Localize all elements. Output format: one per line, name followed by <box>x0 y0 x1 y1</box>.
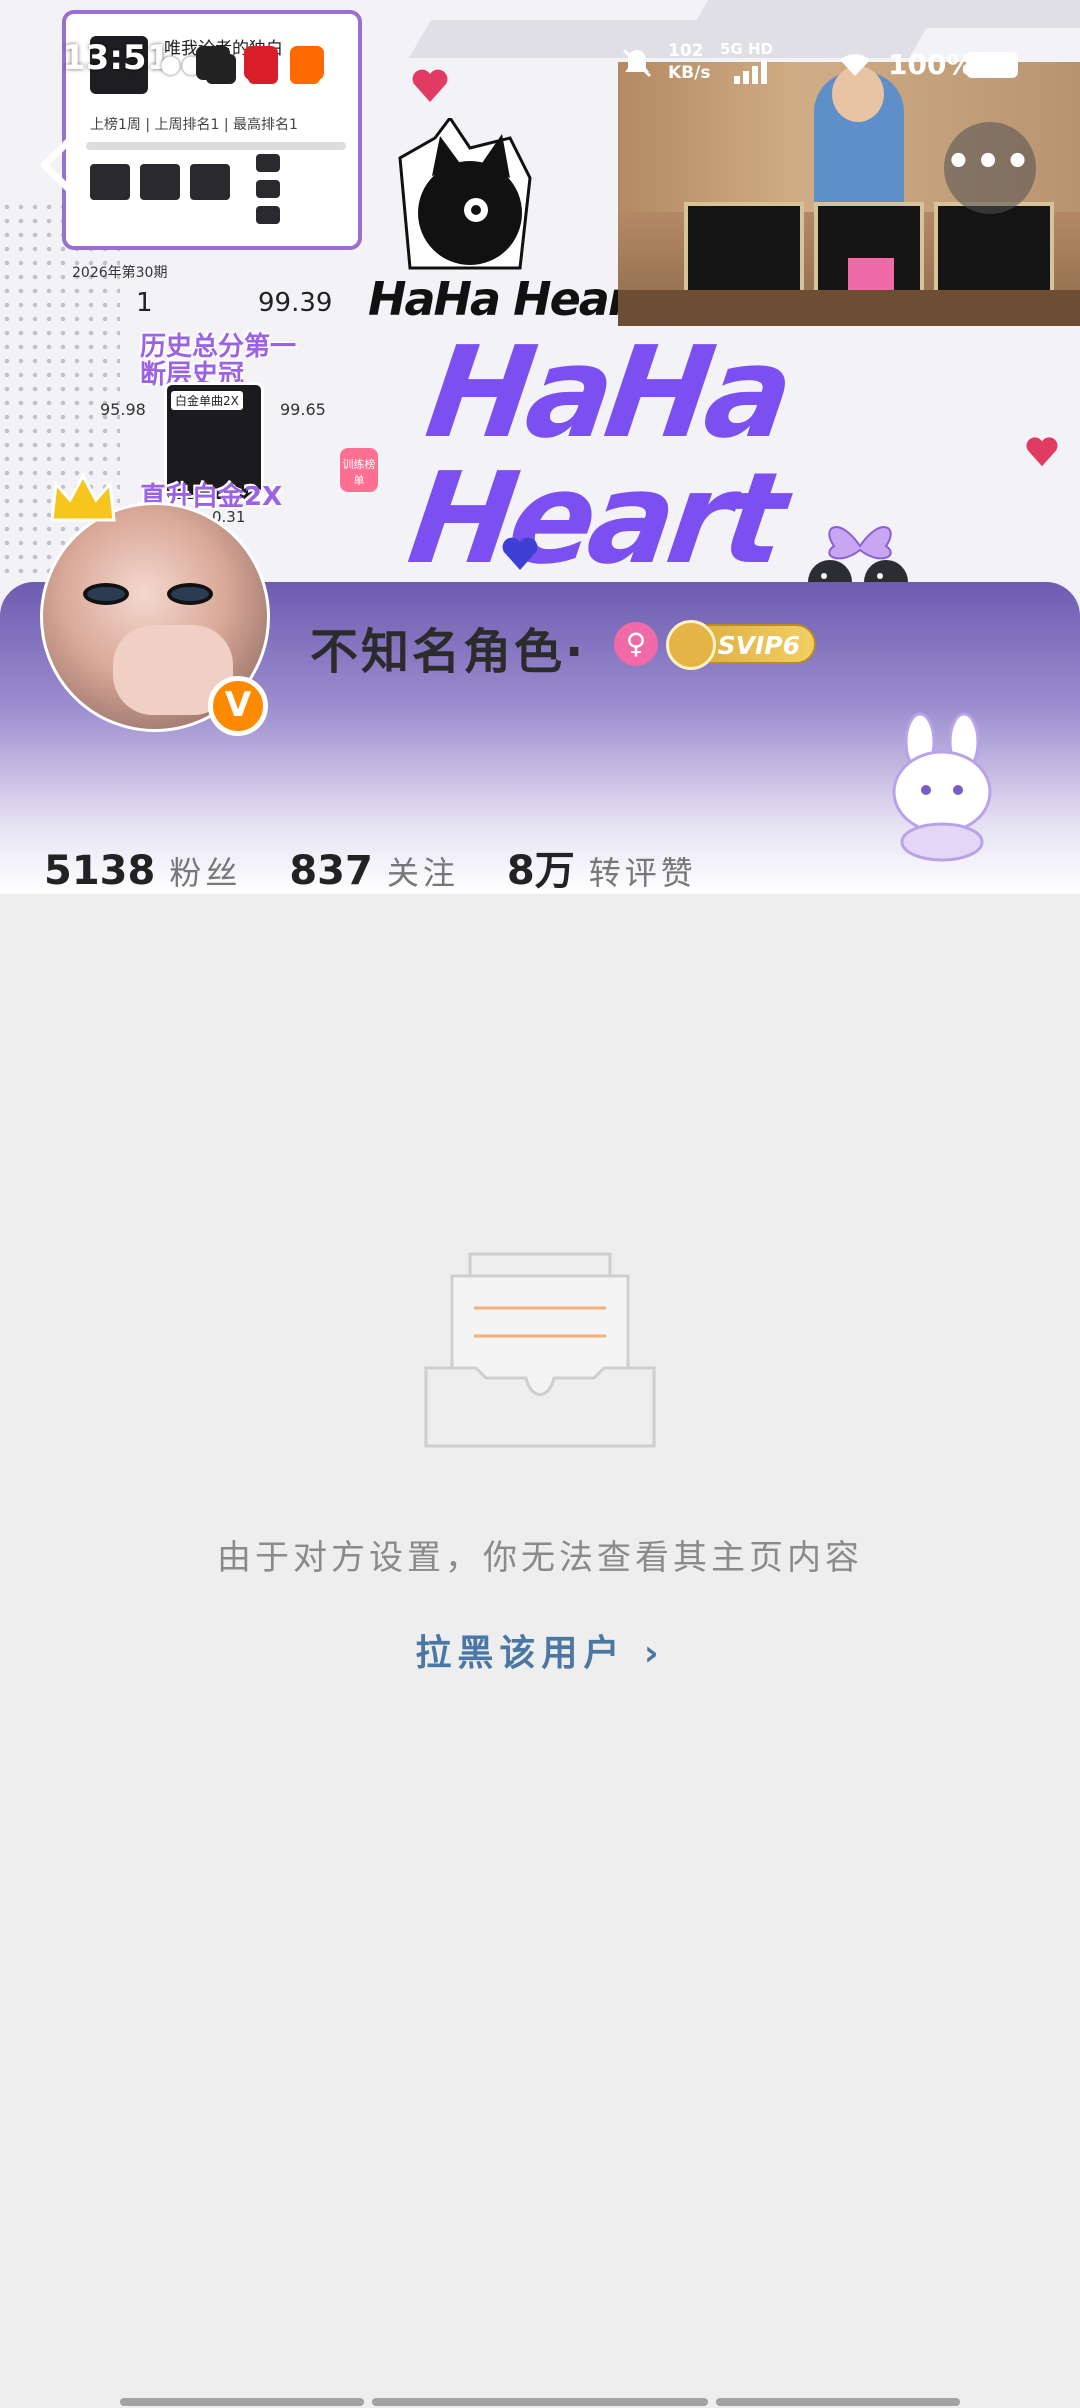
card-thumb <box>256 180 280 198</box>
battery-level: 100% <box>888 48 975 81</box>
following-count[interactable]: 837 <box>289 848 373 894</box>
app-notification-icon <box>196 46 230 80</box>
followers-label[interactable]: 粉丝 <box>169 854 241 892</box>
back-button[interactable] <box>30 130 90 200</box>
taobao-notification-icon <box>290 46 324 80</box>
empty-state: 由于对方设置，你无法查看其主页内容 拉黑该用户 › <box>0 894 1080 2408</box>
bunny-sticker <box>892 712 992 862</box>
card-thumb <box>256 206 280 224</box>
home-indicator[interactable] <box>716 2398 960 2406</box>
followers-count[interactable]: 5138 <box>44 848 155 894</box>
net-speed: 102 KB/s <box>668 40 710 84</box>
platinum-tag: 白金单曲2X <box>171 391 243 410</box>
avatar-detail <box>167 583 213 605</box>
store-notification-icon <box>244 46 278 80</box>
card-thumb <box>140 164 180 200</box>
interactions-count: 8万 <box>506 848 575 894</box>
score-right: 99.65 <box>280 400 326 419</box>
home-indicator[interactable] <box>120 2398 364 2406</box>
verified-badge: V <box>208 676 268 736</box>
rank-value: 1 <box>136 288 153 318</box>
more-options-button[interactable]: ••• <box>944 122 1036 214</box>
card-thumb <box>256 154 280 172</box>
score-left: 95.98 <box>100 400 146 419</box>
wifi-icon <box>840 54 870 76</box>
svip-badge[interactable]: SVIP6 <box>666 620 816 670</box>
avatar-detail <box>83 583 129 605</box>
restricted-message: 由于对方设置，你无法查看其主页内容 <box>217 1538 863 1578</box>
female-icon: ♀ <box>614 622 658 666</box>
profile-counts: 5138 粉丝 837 关注 8万 转评赞 <box>44 838 745 896</box>
empty-inbox-icon <box>424 1252 656 1448</box>
net-speed-unit: KB/s <box>668 63 711 83</box>
card-thumb <box>90 164 130 200</box>
mute-icon <box>622 48 652 78</box>
rank-badge: 训练榜单 <box>340 448 378 492</box>
score-value: 99.39 <box>258 288 333 318</box>
vip-crown-icon <box>666 620 716 670</box>
battery-icon <box>966 52 1018 78</box>
interactions-label: 转评赞 <box>588 854 697 892</box>
period-label: 2026年第30期 <box>72 265 168 281</box>
network-type: 5G HD <box>720 40 773 58</box>
home-indicator[interactable] <box>372 2398 708 2406</box>
heart-icon <box>502 537 538 570</box>
block-user-link[interactable]: 拉黑该用户 › <box>0 1624 1080 1676</box>
signal-icon <box>734 60 774 84</box>
svip-label: SVIP6 <box>717 631 800 660</box>
crown-icon <box>50 472 116 522</box>
heart-icon <box>1026 437 1058 467</box>
username: 不知名角色· <box>310 624 587 680</box>
cat-illustration <box>398 118 532 270</box>
logo-small: HaHa Heart <box>368 272 651 326</box>
following-label[interactable]: 关注 <box>387 854 459 892</box>
net-speed-value: 102 <box>668 41 704 61</box>
card-thumb <box>190 164 230 200</box>
card-divider <box>86 142 346 150</box>
status-time: 13:51 <box>62 38 171 78</box>
status-bar: 13:51 ●● 102 KB/s 5G HD 100% <box>0 0 1080 120</box>
